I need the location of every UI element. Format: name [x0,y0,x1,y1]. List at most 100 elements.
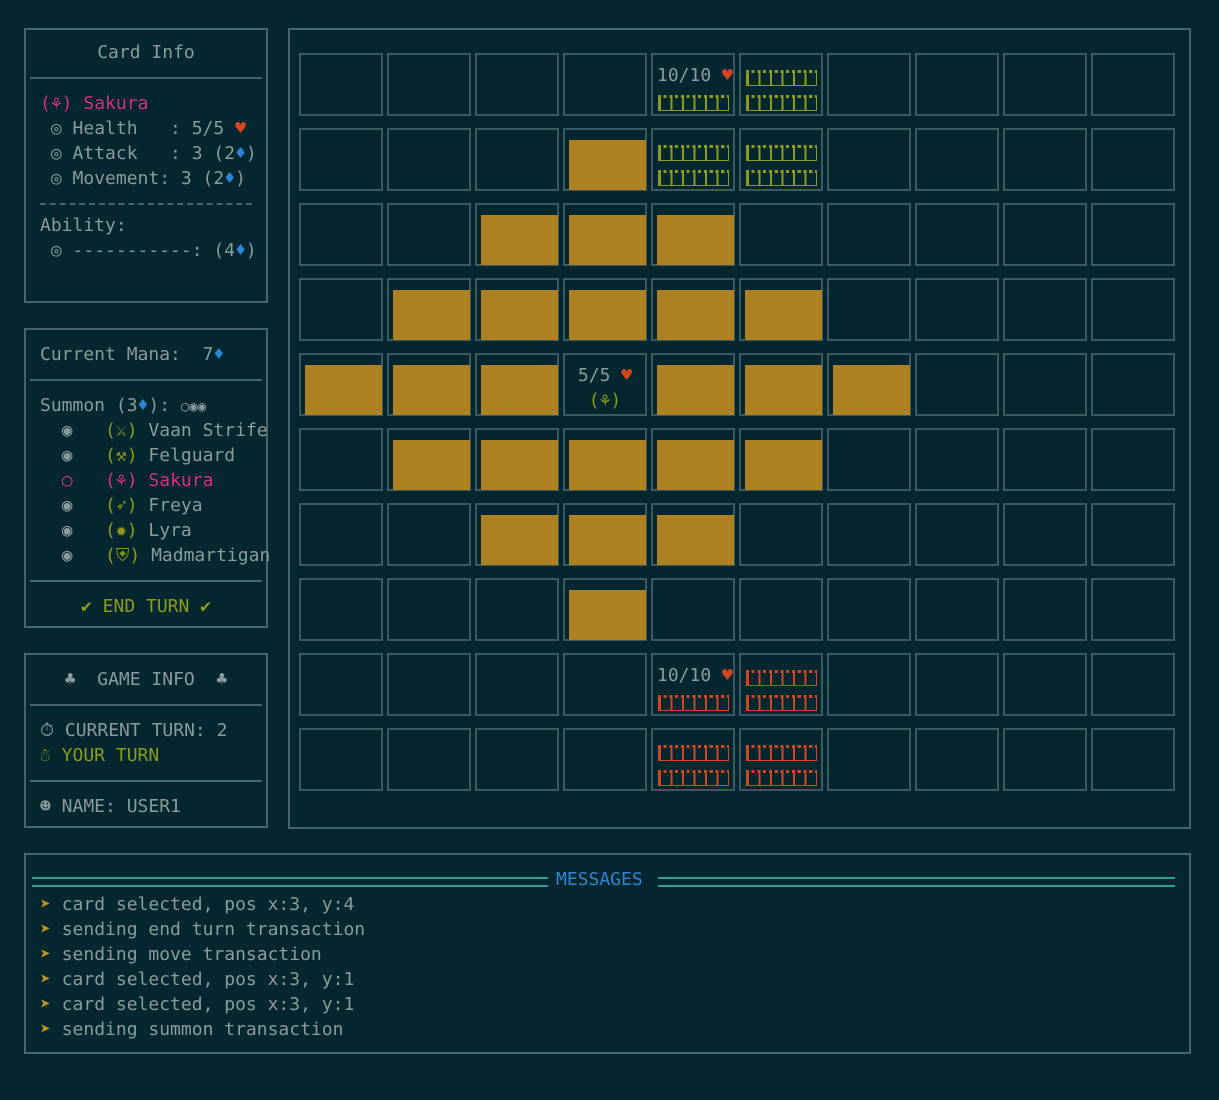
board-cell[interactable] [387,578,471,641]
board-cell[interactable] [475,503,559,566]
board-cell[interactable] [563,203,647,266]
board-cell[interactable] [1091,503,1175,566]
board-cell[interactable] [1091,278,1175,341]
board-cell[interactable] [387,653,471,716]
board-cell[interactable] [739,278,823,341]
summon-card-freya[interactable]: ◉ (➶) Freya [26,493,266,518]
board-cell[interactable] [299,578,383,641]
board-cell[interactable] [1003,53,1087,116]
board-cell[interactable] [651,728,735,791]
board-cell[interactable] [563,53,647,116]
summon-card-vaan-strife[interactable]: ◉ (⚔) Vaan Strife [26,418,268,443]
board-cell[interactable] [915,653,999,716]
board-cell[interactable] [739,578,823,641]
board-cell[interactable] [1091,128,1175,191]
board-cell[interactable] [915,503,999,566]
board-cell[interactable] [387,728,471,791]
board-cell[interactable] [827,53,911,116]
board-cell[interactable] [299,128,383,191]
board-cell[interactable] [387,203,471,266]
end-turn-button[interactable]: ✔ END TURN ✔ [26,594,266,619]
board-cell[interactable] [299,203,383,266]
board-cell[interactable] [1003,503,1087,566]
board-cell[interactable] [739,653,823,716]
board-cell[interactable] [915,53,999,116]
board-cell[interactable] [1003,128,1087,191]
board-cell[interactable] [299,503,383,566]
board-cell[interactable] [827,578,911,641]
summon-card-madmartigan[interactable]: ◉ (⛨) Madmartigan [26,543,271,568]
board-cell[interactable] [739,728,823,791]
board-cell[interactable]: 5/5 ♥ (⚘) [563,353,647,416]
board-cell[interactable] [1003,653,1087,716]
board-cell[interactable] [827,203,911,266]
board-cell[interactable] [387,353,471,416]
board-cell[interactable] [651,578,735,641]
board-cell[interactable] [827,128,911,191]
board-cell[interactable] [475,428,559,491]
board-cell[interactable]: 10/10 ♥ [651,653,735,716]
board-cell[interactable] [475,653,559,716]
board-cell[interactable] [475,728,559,791]
board-cell[interactable] [563,278,647,341]
board-cell[interactable] [915,578,999,641]
board-cell[interactable] [475,353,559,416]
board-cell[interactable] [475,203,559,266]
board-cell[interactable] [563,653,647,716]
board-cell[interactable] [915,428,999,491]
board-cell[interactable] [651,203,735,266]
board-cell[interactable] [827,278,911,341]
board-cell[interactable] [387,278,471,341]
board-cell[interactable] [651,503,735,566]
board-cell[interactable] [1091,353,1175,416]
board-cell[interactable] [299,428,383,491]
board-cell[interactable] [1003,203,1087,266]
board-cell[interactable] [739,428,823,491]
board-cell[interactable] [563,728,647,791]
board-cell[interactable] [915,353,999,416]
board-cell[interactable] [739,53,823,116]
board-cell[interactable] [1003,728,1087,791]
board-cell[interactable] [563,128,647,191]
board-cell[interactable] [1091,428,1175,491]
board-cell[interactable] [387,503,471,566]
board-cell[interactable] [827,503,911,566]
board-cell[interactable] [299,653,383,716]
board-cell[interactable]: 10/10 ♥ [651,53,735,116]
board-cell[interactable] [563,503,647,566]
board-cell[interactable] [387,128,471,191]
board-cell[interactable] [387,428,471,491]
board-cell[interactable] [739,203,823,266]
board-cell[interactable] [1091,728,1175,791]
board-cell[interactable] [299,278,383,341]
board-cell[interactable] [475,278,559,341]
board-cell[interactable] [827,428,911,491]
board-cell[interactable] [651,278,735,341]
board-cell[interactable] [651,128,735,191]
summon-card-lyra[interactable]: ◉ (✹) Lyra [26,518,266,543]
board-cell[interactable] [915,128,999,191]
board-cell[interactable] [299,353,383,416]
board-cell[interactable] [1091,53,1175,116]
board-cell[interactable] [299,53,383,116]
board-cell[interactable] [1003,353,1087,416]
board-cell[interactable] [651,428,735,491]
board-cell[interactable] [1003,578,1087,641]
board-cell[interactable] [915,728,999,791]
board-cell[interactable] [475,578,559,641]
board-cell[interactable] [915,278,999,341]
board-cell[interactable] [827,653,911,716]
board-cell[interactable] [827,353,911,416]
board-cell[interactable] [739,353,823,416]
board-cell[interactable] [1003,278,1087,341]
board-cell[interactable] [739,503,823,566]
board-cell[interactable] [475,128,559,191]
summon-card-sakura[interactable]: ○ (⚘) Sakura [26,468,266,493]
summon-card-felguard[interactable]: ◉ (⚒) Felguard [26,443,266,468]
board-cell[interactable] [915,203,999,266]
board-cell[interactable] [1091,203,1175,266]
board-cell[interactable] [1091,578,1175,641]
board-cell[interactable] [1091,653,1175,716]
board-cell[interactable] [739,128,823,191]
board-cell[interactable] [299,728,383,791]
